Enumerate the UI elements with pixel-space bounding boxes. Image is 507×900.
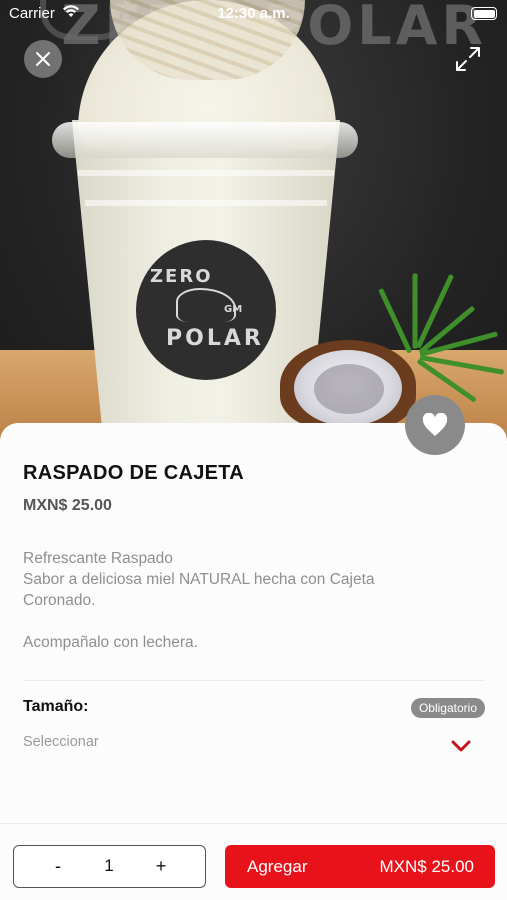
add-to-cart-label: Agregar [247,857,308,876]
size-option-label: Tamaño: [23,698,89,715]
divider [23,680,484,681]
description-line: Acompañalo con lechera. [23,634,198,651]
description-line: Sabor a deliciosa miel NATURAL hecha con… [23,571,375,588]
quantity-stepper: - 1 + [13,845,206,888]
close-button[interactable] [24,40,62,78]
heart-icon [422,413,448,436]
sticker-text-gm: GM [224,304,243,315]
add-to-cart-amount: MXN$ 25.00 [379,857,475,876]
sticker-text-polar: POLAR [166,326,264,351]
cup-rim [52,122,358,158]
size-select[interactable]: Seleccionar [23,730,485,760]
close-icon [36,52,50,66]
clock: 12:30 a.m. [217,5,290,22]
chevron-down-icon [451,740,471,752]
add-to-cart-button[interactable]: Agregar MXN$ 25.00 [225,845,495,888]
expand-icon[interactable] [453,44,483,74]
cup-stripe [78,170,334,176]
status-bar: Carrier 12:30 a.m. [0,0,507,28]
increase-quantity-button[interactable]: + [117,846,205,886]
size-select-placeholder: Seleccionar [23,734,99,750]
product-price: MXN$ 25.00 [23,497,112,514]
product-image: ZERO POLAR ZERO GM POLAR [0,0,507,440]
coconut [280,340,416,430]
favorite-button[interactable] [405,395,465,455]
sticker-text-zero: ZERO [150,266,213,287]
description-line: Refrescante Raspado [23,550,173,567]
description-line: Coronado. [23,592,96,609]
cup-stripe [85,200,327,206]
brand-sticker: ZERO GM POLAR [136,240,276,380]
product-name: RASPADO DE CAJETA [23,462,245,484]
description-line [23,611,483,632]
required-badge: Obligatorio [410,698,485,718]
battery-icon [471,7,497,20]
product-description: Refrescante Raspado Sabor a deliciosa mi… [23,548,483,653]
